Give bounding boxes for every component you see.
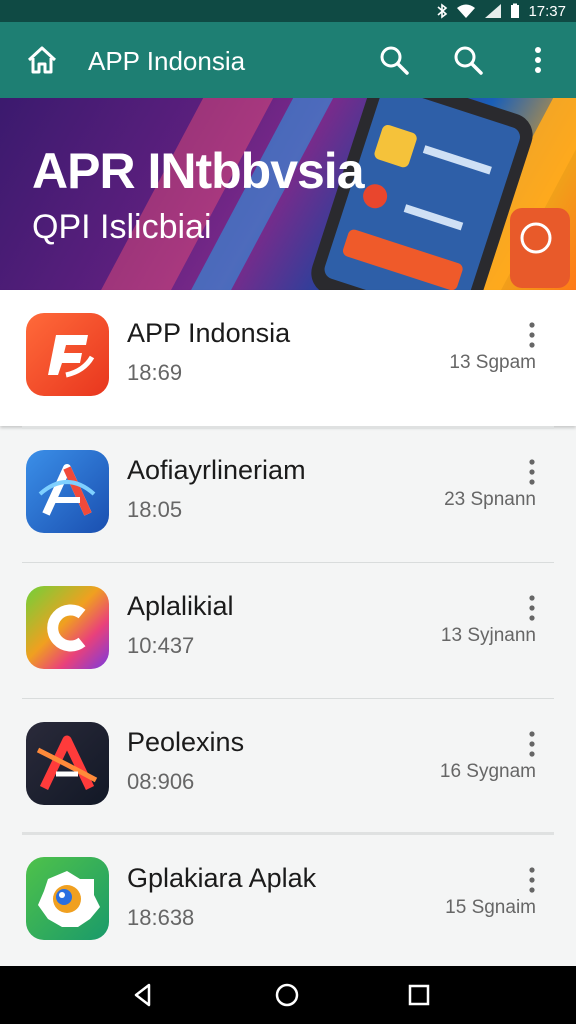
list-item[interactable]: Aofiayrlineriam 18:05 23 Spnann bbox=[0, 427, 576, 563]
more-vert-icon[interactable] bbox=[520, 593, 544, 623]
recents-icon[interactable] bbox=[404, 980, 434, 1010]
app-name: Aplalikial bbox=[127, 591, 234, 621]
app-time: 08:906 bbox=[127, 769, 195, 794]
home-circle-icon[interactable] bbox=[272, 980, 302, 1010]
app-name: Gplakiara Aplak bbox=[127, 863, 317, 893]
list-item[interactable]: Gplakiara Aplak 18:638 15 Sgnaim bbox=[0, 835, 576, 971]
promo-banner[interactable]: APR INtbbvsia QPI Islicbiai bbox=[0, 98, 576, 290]
more-vert-icon[interactable] bbox=[520, 42, 556, 78]
app-logo-icon bbox=[26, 313, 109, 396]
app-time: 18:638 bbox=[127, 905, 195, 930]
app-name: Aofiayrlineriam bbox=[127, 455, 306, 485]
search-icon[interactable] bbox=[450, 42, 486, 78]
battery-icon bbox=[511, 3, 520, 18]
status-icons: 17:37 bbox=[436, 0, 566, 22]
wifi-icon bbox=[457, 4, 476, 18]
system-nav-bar bbox=[0, 966, 576, 1024]
app-name: APP Indonsia bbox=[127, 318, 291, 348]
list-item[interactable]: APP Indonsia 18:69 13 Sgpam bbox=[0, 290, 576, 426]
list-item[interactable]: Peolexins 08:906 16 Sygnam bbox=[0, 699, 576, 835]
bluetooth-icon bbox=[437, 3, 448, 19]
banner-subline: QPI Islicbiai bbox=[32, 208, 212, 246]
app-size: 15 Sgnaim bbox=[445, 897, 536, 918]
app-size: 13 Sgpam bbox=[449, 352, 536, 373]
more-vert-icon[interactable] bbox=[520, 729, 544, 759]
app-logo-icon bbox=[26, 857, 109, 940]
app-time: 10:437 bbox=[127, 633, 195, 658]
app-time: 18:05 bbox=[127, 497, 183, 522]
banner-headline: APR INtbbvsia bbox=[32, 143, 365, 199]
app-bar-title: APP Indonsia bbox=[88, 46, 246, 76]
signal-icon bbox=[485, 4, 502, 18]
app-size: 16 Sygnam bbox=[439, 761, 536, 782]
app-logo-icon bbox=[26, 722, 109, 805]
back-icon[interactable] bbox=[128, 980, 158, 1010]
more-vert-icon[interactable] bbox=[520, 320, 544, 350]
app-size: 23 Spnann bbox=[444, 489, 536, 510]
app-name: Peolexins bbox=[127, 727, 245, 757]
app-list: APP Indonsia 18:69 13 Sgpam Aofiayrliner… bbox=[0, 290, 576, 966]
app-bar: APP Indonsia bbox=[0, 22, 576, 98]
home-icon[interactable] bbox=[24, 42, 60, 78]
search-icon[interactable] bbox=[376, 42, 412, 78]
app-time: 18:69 bbox=[127, 360, 183, 385]
app-size: 13 Syjnann bbox=[440, 625, 536, 646]
status-time: 17:37 bbox=[528, 2, 566, 20]
more-vert-icon[interactable] bbox=[520, 865, 544, 895]
app-logo-icon bbox=[26, 450, 109, 533]
list-item[interactable]: Aplalikial 10:437 13 Syjnann bbox=[0, 563, 576, 699]
app-logo-icon bbox=[26, 586, 109, 669]
more-vert-icon[interactable] bbox=[520, 457, 544, 487]
status-bar: 17:37 bbox=[0, 0, 576, 22]
